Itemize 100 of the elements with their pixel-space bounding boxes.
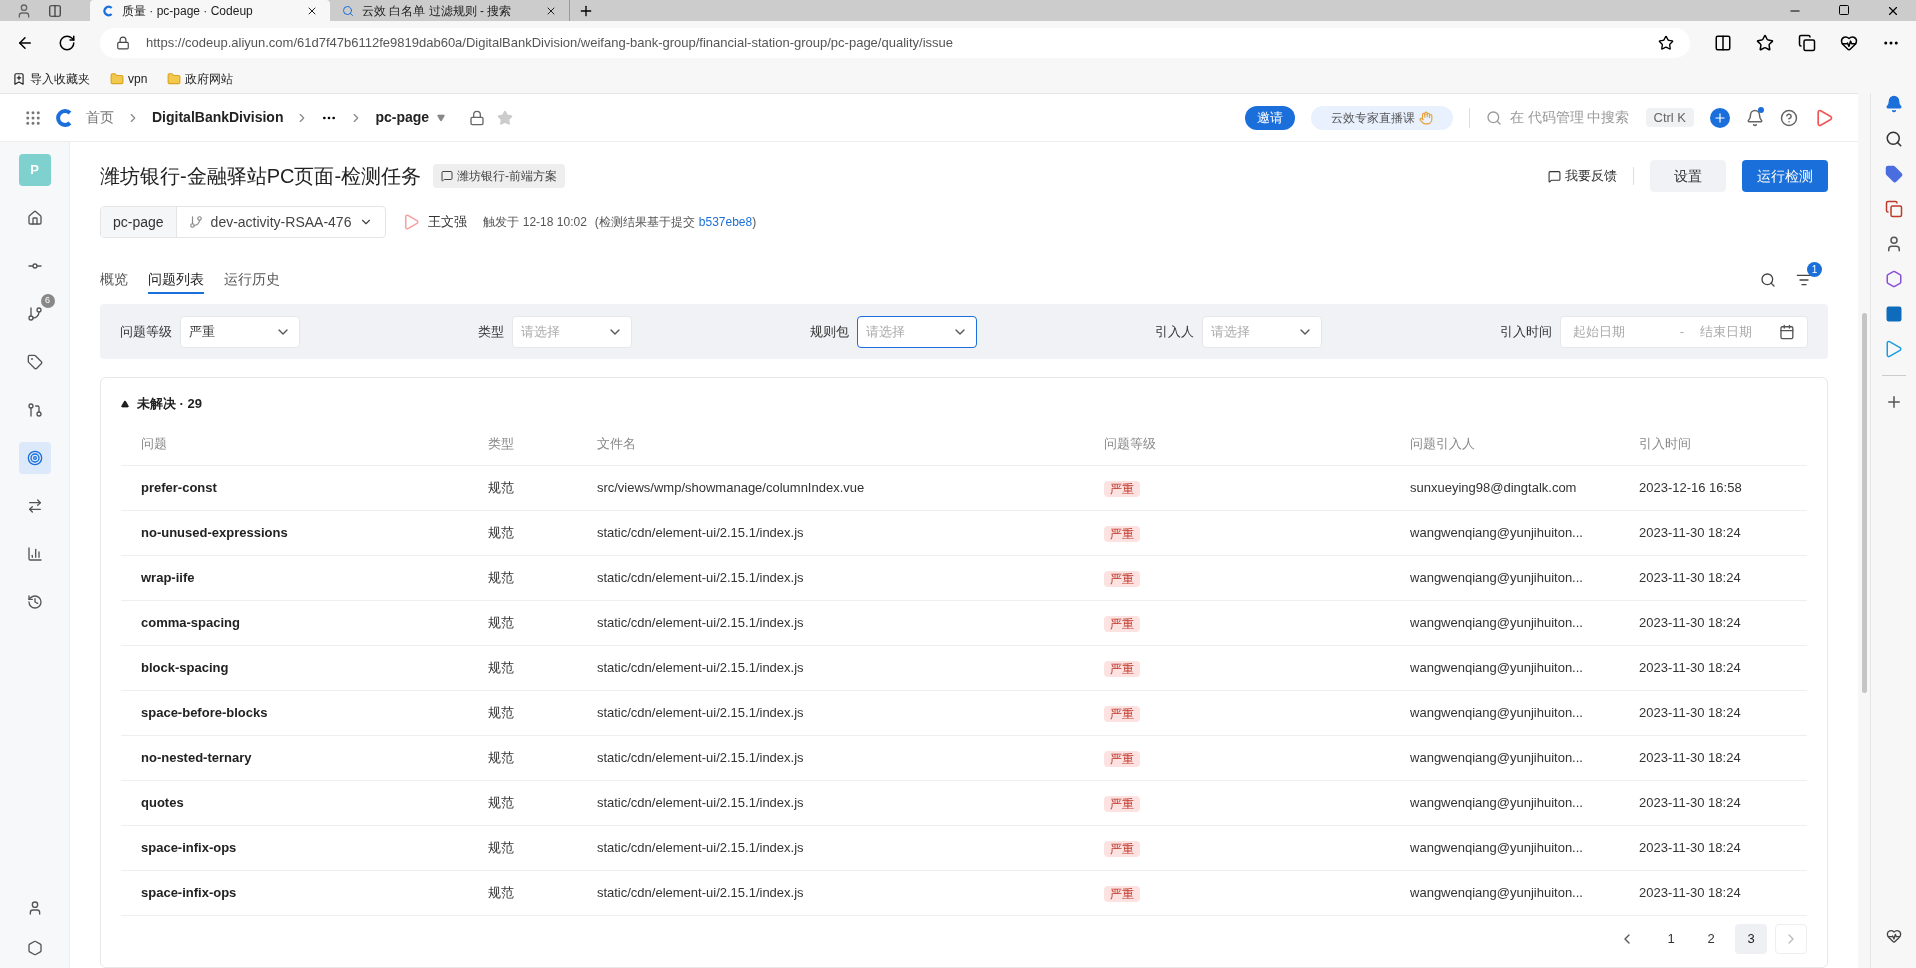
split-screen-icon[interactable]: [1714, 33, 1732, 52]
message-icon: [1548, 169, 1561, 183]
page-button[interactable]: 1: [1655, 924, 1687, 954]
notification-icon[interactable]: [1884, 95, 1903, 113]
bookmark[interactable]: vpn: [110, 69, 148, 88]
table-cell-text: 2023-11-30 18:24: [1638, 794, 1742, 813]
table-cell-text: static/cdn/element-ui/2.15.1/index.js: [596, 749, 805, 768]
new-tab-icon[interactable]: [578, 3, 594, 19]
table-cell[interactable]: space-before-blocks: [141, 703, 489, 723]
table-cell[interactable]: quotes: [141, 793, 489, 813]
address-bar[interactable]: https://codeup.aliyun.com/61d7f47b6112fe9819dab60a/DigitalBankDivision/weifang-bank-group/financial-station-group/pc-page/quality/issue: [100, 27, 1690, 58]
commit-link[interactable]: b537ebe8: [698, 213, 753, 231]
count-badge: 1: [1807, 262, 1822, 277]
table-cell-text: static/cdn/element-ui/2.15.1/index.js: [596, 839, 805, 858]
browser-tab[interactable]: 质量 · pc-page · Codeup: [90, 0, 330, 21]
table-cell-text: 规范: [488, 839, 516, 858]
restore-icon[interactable]: [1838, 4, 1850, 16]
sidebar-item[interactable]: [18, 442, 51, 474]
table-cell[interactable]: no-nested-ternary: [141, 748, 489, 768]
shortcut-key: Ctrl K: [1645, 107, 1694, 128]
table-cell-text: 2023-11-30 18:24: [1638, 569, 1742, 588]
section-toggle[interactable]: 未解决 · 29: [121, 394, 1807, 414]
count-badge: 6: [40, 294, 55, 308]
table-cell-text: 规范: [488, 524, 516, 543]
table-cell-text: sunxueying98@dingtalk.com: [1410, 479, 1578, 498]
table-cell[interactable]: space-infix-ops: [141, 883, 489, 903]
page-tab[interactable]: 运行历史: [224, 266, 280, 294]
help-icon[interactable]: [1780, 108, 1798, 127]
invite-button[interactable]: 邀请: [1244, 105, 1295, 130]
project-tag[interactable]: 潍坊银行-前端方案: [433, 164, 566, 188]
page-tab[interactable]: 概览: [100, 266, 128, 294]
apps-menu-icon[interactable]: [24, 108, 42, 127]
close-icon[interactable]: [1886, 4, 1900, 18]
table-cell-text: wangwenqiang@yunjihuiton...: [1410, 704, 1584, 723]
collections-icon[interactable]: [1798, 33, 1816, 52]
filter-label: 类型: [478, 322, 504, 341]
caret-icon[interactable]: [437, 113, 446, 122]
table-cell[interactable]: comma-spacing: [141, 613, 489, 633]
table-cell-text: src/views/wmp/showmanage/columnIndex.vue: [596, 479, 866, 498]
severity-badge: 严重: [1104, 481, 1141, 497]
table-cell-text: wangwenqiang@yunjihuiton...: [1410, 749, 1584, 768]
play-icon[interactable]: [1814, 107, 1834, 128]
create-button[interactable]: [1710, 107, 1730, 128]
table-cell-text: 2023-11-30 18:24: [1638, 749, 1742, 768]
table-cell-text: 规范: [488, 569, 516, 588]
quality-icon: [26, 450, 43, 466]
severity-badge: 严重: [1104, 796, 1141, 812]
repo-switcher[interactable]: pc-page: [375, 107, 430, 128]
table-cell-text: 2023-12-16 16:58: [1638, 479, 1743, 498]
page-button[interactable]: 3: [1735, 924, 1767, 954]
favorites-icon[interactable]: [1756, 33, 1774, 52]
merge-icon: [26, 402, 43, 418]
favorite-icon[interactable]: [1658, 34, 1674, 51]
select-field[interactable]: 严重: [180, 315, 300, 348]
severity-badge: 严重: [1104, 616, 1141, 632]
lock-icon[interactable]: [469, 109, 486, 126]
breadcrumb-link[interactable]: DigitalBankDivision: [152, 107, 284, 128]
bookmark[interactable]: 政府网站: [167, 69, 234, 88]
notification-icon[interactable]: [1746, 108, 1764, 127]
search-icon: [1485, 109, 1502, 126]
table-cell-text: 2023-11-30 18:24: [1638, 884, 1742, 903]
settings-button[interactable]: 设置: [1650, 160, 1726, 192]
search-icon[interactable]: [1760, 272, 1776, 288]
feedback-link[interactable]: 我要反馈: [1548, 166, 1617, 186]
severity-badge: 严重: [1104, 841, 1141, 857]
bookmark[interactable]: 导入收藏夹: [12, 69, 90, 88]
folder-icon: [167, 71, 182, 86]
table-cell-text: wangwenqiang@yunjihuiton...: [1410, 524, 1584, 543]
scrollbar-thumb[interactable]: [1861, 313, 1867, 693]
branch-icon: [26, 306, 43, 322]
reload-icon[interactable]: [58, 33, 76, 52]
commit-note-end: ): [752, 214, 757, 231]
run-check-button[interactable]: 运行检测: [1742, 160, 1828, 192]
user-name: 王文强: [428, 213, 468, 232]
table-cell-text: 2023-11-30 18:24: [1638, 704, 1742, 723]
breadcrumb-link[interactable]: 首页: [86, 107, 114, 128]
health-icon[interactable]: [1840, 33, 1858, 52]
table-cell-text: 规范: [488, 704, 516, 723]
table-cell-text: 2023-11-30 18:24: [1638, 524, 1742, 543]
profile-icon[interactable]: [16, 2, 32, 19]
table-cell[interactable]: no-unused-expressions: [141, 523, 489, 543]
star-icon[interactable]: [497, 109, 514, 126]
table-cell[interactable]: block-spacing: [141, 658, 489, 678]
filter-icon[interactable]: [1796, 272, 1812, 288]
page-button[interactable]: 2: [1695, 924, 1727, 954]
table-cell-text: 规范: [488, 884, 516, 903]
lock-icon[interactable]: [116, 35, 130, 50]
section-title: 未解决 · 29: [137, 395, 202, 414]
table-cell[interactable]: space-infix-ops: [141, 838, 489, 858]
tab-actions-icon[interactable]: [48, 3, 62, 18]
search-icon[interactable]: [1884, 130, 1903, 148]
hexagon-icon[interactable]: [1884, 270, 1903, 288]
table-cell[interactable]: wrap-iife: [141, 568, 489, 588]
logo-icon: [54, 107, 74, 128]
page-tab[interactable]: 问题列表: [148, 266, 204, 294]
table-cell[interactable]: prefer-const: [141, 478, 489, 498]
table-cell-text: 规范: [488, 659, 516, 678]
live-course-button[interactable]: 云效专家直播课: [1310, 105, 1453, 130]
table-cell-text: 规范: [488, 794, 516, 813]
logo-icon: [102, 4, 114, 17]
